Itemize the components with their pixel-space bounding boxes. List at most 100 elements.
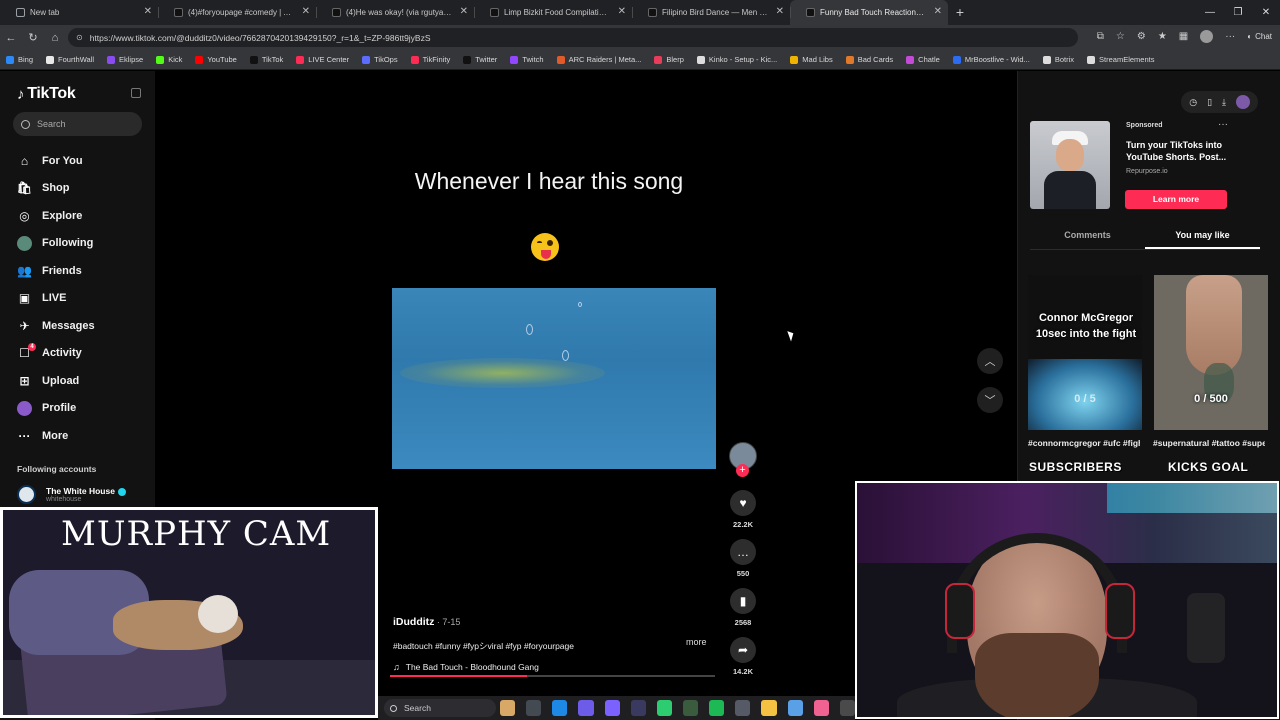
sidebar-item-explore[interactable]: ◎ Explore bbox=[17, 202, 95, 230]
comment-button[interactable]: … 550 bbox=[728, 539, 758, 578]
sidebar-item-upload[interactable]: ⊞ Upload bbox=[17, 367, 95, 395]
copilot-chat-button[interactable]: ◐ Chat bbox=[1247, 32, 1272, 41]
close-tab-icon[interactable]: ✕ bbox=[302, 6, 310, 18]
browser-tab[interactable]: Filipino Bird Dance — Men Dance ✕ bbox=[632, 0, 790, 25]
home-icon[interactable]: ⌂ bbox=[44, 32, 66, 44]
sidebar-item-live[interactable]: ▣ LIVE bbox=[17, 285, 95, 313]
share-button[interactable]: ➦ 14.2K bbox=[728, 637, 758, 676]
bookmark-item[interactable]: Twitter bbox=[463, 55, 497, 64]
bookmark-item[interactable]: StreamElements bbox=[1087, 55, 1154, 64]
save-button[interactable]: ▮ 2568 bbox=[728, 588, 758, 627]
bookmark-item[interactable]: Kick bbox=[156, 55, 182, 64]
new-tab-button[interactable]: + bbox=[948, 0, 972, 25]
close-tab-icon[interactable]: ✕ bbox=[460, 6, 468, 18]
sidebar-item-activity[interactable]: ☐ 4 Activity bbox=[17, 340, 95, 368]
bookmark-item[interactable]: Bad Cards bbox=[845, 55, 893, 64]
video-player[interactable] bbox=[392, 288, 716, 469]
taskbar-app-icon[interactable] bbox=[682, 700, 699, 716]
taskbar-app-icon[interactable] bbox=[578, 700, 594, 716]
taskbar-app-icon[interactable] bbox=[630, 700, 646, 716]
bookmark-item[interactable]: MrBoostlive - Wid... bbox=[952, 55, 1030, 64]
bookmark-item[interactable]: Botrix bbox=[1042, 55, 1074, 64]
bookmark-item[interactable]: TikOps bbox=[362, 55, 398, 64]
taskbar-app-icon[interactable] bbox=[709, 700, 725, 716]
close-tab-icon[interactable]: ✕ bbox=[618, 6, 626, 18]
tiktok-logo[interactable]: ♪ TikTok bbox=[17, 85, 76, 103]
user-avatar[interactable] bbox=[1236, 95, 1250, 109]
browser-tab[interactable]: (4)He was okay! (via rgutya/IG) | N ✕ bbox=[316, 0, 474, 25]
sidebar-item-shop[interactable]: 🛍 Shop bbox=[17, 175, 95, 203]
bookmark-item[interactable]: Eklipse bbox=[107, 55, 143, 64]
phone-icon[interactable]: ▯ bbox=[1207, 97, 1212, 108]
taskbar-app-icon[interactable] bbox=[813, 700, 829, 716]
sidebar-item-friends[interactable]: 👥 Friends bbox=[17, 257, 95, 285]
bookmark-item[interactable]: FourthWall bbox=[46, 55, 94, 64]
sidebar-item-messages[interactable]: ✈ Messages bbox=[17, 312, 94, 340]
follow-plus-icon[interactable]: + bbox=[736, 464, 749, 477]
browser-tab[interactable]: (4)#foryoupage #comedy | Atticus ✕ bbox=[158, 0, 316, 25]
learn-more-button[interactable]: Learn more bbox=[1125, 190, 1227, 209]
download-icon[interactable]: ⤓ bbox=[1222, 97, 1226, 108]
bookmark-item[interactable]: Twitch bbox=[510, 55, 544, 64]
browser-menu-icon[interactable]: ··· bbox=[1225, 31, 1235, 42]
tab-you-may-like[interactable]: You may like bbox=[1145, 230, 1260, 249]
card-caption[interactable]: #connormcgregor #ufc #fight #funny... bbox=[1028, 437, 1140, 450]
url-field[interactable]: ⊙ https://www.tiktok.com/@dudditz0/video… bbox=[68, 28, 1078, 47]
next-video-button[interactable]: ﹀ bbox=[977, 387, 1003, 413]
sidebar-item-more[interactable]: ··· More bbox=[17, 422, 95, 450]
card-caption[interactable]: #supernatural #tattoo #supernaturalfans.… bbox=[1153, 437, 1265, 450]
taskbar-app-icon[interactable] bbox=[604, 700, 620, 716]
sidebar-item-profile[interactable]: ● Profile bbox=[17, 395, 95, 423]
favorites-icon[interactable]: ★ bbox=[1158, 31, 1167, 42]
browser-tab[interactable]: New tab ✕ bbox=[0, 0, 158, 25]
bookmark-star-icon[interactable]: ☆ bbox=[1116, 31, 1125, 42]
followed-account-whitehouse[interactable]: The White House whitehouse bbox=[17, 485, 126, 504]
caption-more-button[interactable]: more bbox=[686, 637, 707, 647]
video-caption[interactable]: #badtouch #funny #fypシviral #fyp #foryou… bbox=[393, 640, 713, 652]
collections-icon[interactable]: ▦ bbox=[1179, 31, 1188, 42]
back-icon[interactable]: ← bbox=[0, 32, 22, 44]
minimize-icon[interactable]: — bbox=[1196, 0, 1224, 25]
ad-thumbnail[interactable] bbox=[1030, 121, 1110, 209]
bookmark-item[interactable]: ARC Raiders | Meta... bbox=[556, 55, 641, 64]
sidebar-item-for-you[interactable]: ⌂ For You bbox=[17, 147, 95, 175]
restore-icon[interactable]: ❐ bbox=[1224, 0, 1252, 25]
site-info-icon[interactable]: ⊙ bbox=[76, 33, 83, 42]
bookmark-item[interactable]: Blerp bbox=[654, 55, 684, 64]
previous-video-button[interactable]: ︿ bbox=[977, 348, 1003, 374]
taskbar-app-icon[interactable] bbox=[839, 700, 855, 716]
bookmark-item[interactable]: Bing bbox=[6, 55, 33, 64]
music-link[interactable]: ♫ The Bad Touch - Bloodhound Gang bbox=[393, 662, 713, 672]
ad-title[interactable]: Turn your TikToks into YouTube Shorts. P… bbox=[1126, 139, 1236, 163]
split-view-icon[interactable]: ⧉ bbox=[1097, 31, 1104, 42]
bookmark-item[interactable]: TikFinity bbox=[410, 55, 450, 64]
recommended-video-card[interactable]: 0 / 500 bbox=[1154, 275, 1268, 430]
video-progress-bar[interactable] bbox=[390, 675, 715, 677]
bookmark-item[interactable]: Kinko - Setup - Kic... bbox=[696, 55, 777, 64]
mini-player-icon[interactable]: ◷ bbox=[1189, 97, 1197, 108]
bookmark-item[interactable]: Mad Libs bbox=[790, 55, 833, 64]
taskbar-app-icon[interactable] bbox=[500, 700, 516, 716]
ad-options-icon[interactable]: ··· bbox=[1218, 119, 1228, 130]
taskbar-app-icon[interactable] bbox=[787, 700, 803, 716]
recommended-video-card[interactable]: Connor McGregor 10sec into the fight 0 /… bbox=[1028, 275, 1142, 430]
taskbar-app-icon[interactable] bbox=[552, 700, 568, 716]
extensions-icon[interactable]: ⚙ bbox=[1137, 31, 1146, 42]
taskbar-app-icon[interactable] bbox=[656, 700, 672, 716]
sidebar-item-following[interactable]: ● Following bbox=[17, 230, 95, 258]
bookmark-item[interactable]: Chatle bbox=[906, 55, 940, 64]
tab-comments[interactable]: Comments bbox=[1030, 230, 1145, 249]
browser-tab[interactable]: Funny Bad Touch Reaction Co ✕ bbox=[790, 0, 948, 25]
bookmark-item[interactable]: YouTube bbox=[195, 55, 237, 64]
video-author[interactable]: iDudditz · 7-15 bbox=[393, 616, 713, 628]
taskbar-app-icon[interactable] bbox=[761, 700, 777, 716]
bookmark-item[interactable]: LIVE Center bbox=[296, 55, 349, 64]
like-button[interactable]: ♥ 22.2K bbox=[728, 490, 758, 529]
taskbar-app-icon[interactable] bbox=[735, 700, 751, 716]
bookmark-item[interactable]: TikTok bbox=[249, 55, 283, 64]
reload-icon[interactable]: ↻ bbox=[22, 31, 44, 44]
close-window-icon[interactable]: ✕ bbox=[1252, 0, 1280, 25]
search-input[interactable]: Search bbox=[13, 112, 142, 136]
close-tab-icon[interactable]: ✕ bbox=[144, 6, 152, 18]
taskbar-app-icon[interactable] bbox=[526, 700, 542, 716]
